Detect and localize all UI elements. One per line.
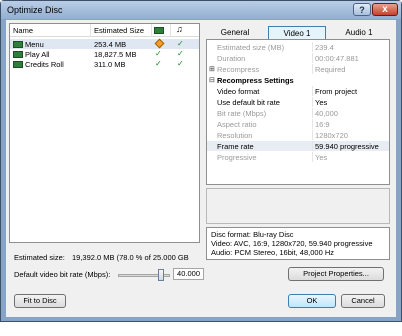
property-key: Frame rate xyxy=(217,142,254,151)
optimize-disc-window: Optimize Disc ? x Name Estimated Size ♫ … xyxy=(0,0,402,322)
list-header: Name Estimated Size ♫ xyxy=(10,24,199,37)
property-key: Video format xyxy=(217,87,260,96)
video-check-icon: ✓ xyxy=(155,49,162,58)
movie-icon xyxy=(13,61,23,68)
property-divider xyxy=(312,97,313,107)
item-name: Play All xyxy=(25,50,50,59)
property-key: Progressive xyxy=(217,153,257,162)
project-properties-button[interactable]: Project Properties... xyxy=(288,267,384,281)
audio-info-text: Audio: PCM Stereo, 16bit, 48,000 Hz xyxy=(211,248,334,257)
header-estimated-size[interactable]: Estimated Size xyxy=(94,26,144,35)
music-note-icon: ♫ xyxy=(176,24,183,34)
warning-diamond-icon xyxy=(154,38,165,49)
property-row[interactable]: ⊞ Recompress Required xyxy=(207,64,389,74)
disc-info-box: Disc format: Blu-ray Disc Video: AVC, 16… xyxy=(206,227,390,260)
property-value: 00:00:47.881 xyxy=(315,54,359,63)
slider-thumb[interactable] xyxy=(158,269,164,281)
list-item[interactable]: Menu 253.4 MB ✓ xyxy=(10,38,199,49)
audio-check-icon: ✓ xyxy=(177,39,184,48)
property-tabs: General Video 1 Audio 1 xyxy=(206,26,390,39)
bitrate-label: Default video bit rate (Mbps): xyxy=(14,270,111,279)
property-divider xyxy=(312,130,313,140)
expand-icon[interactable]: ⊞ xyxy=(209,65,215,73)
property-value: Yes xyxy=(315,153,328,162)
item-size: 18,827.5 MB xyxy=(94,50,137,59)
video-check-icon: ✓ xyxy=(155,59,162,68)
disc-format-text: Disc format: Blu-ray Disc xyxy=(211,230,294,239)
header-separator[interactable] xyxy=(90,24,91,37)
header-separator[interactable] xyxy=(151,24,152,37)
property-key: Recompress xyxy=(217,65,260,74)
window-title: Optimize Disc xyxy=(7,5,63,15)
property-row[interactable]: Video format From project xyxy=(207,86,389,96)
property-divider xyxy=(312,53,313,63)
ok-button[interactable]: OK xyxy=(288,294,336,308)
property-row[interactable]: Duration 00:00:47.881 xyxy=(207,53,389,63)
estimated-size-label: Estimated size: xyxy=(14,253,65,262)
property-key: Aspect ratio xyxy=(217,120,257,129)
movie-icon xyxy=(13,41,23,48)
property-key: Estimated size (MB) xyxy=(217,43,285,52)
property-divider xyxy=(312,141,313,151)
close-button[interactable]: x xyxy=(372,3,398,16)
estimated-size-value: 19,392.0 MB (78.0 % of 25.000 GB xyxy=(72,253,189,262)
property-row[interactable]: Frame rate 59.940 progressive xyxy=(207,141,389,151)
property-divider xyxy=(312,64,313,74)
property-row[interactable]: ⊟ Recompress Settings xyxy=(207,75,389,85)
property-value: 239.4 xyxy=(315,43,334,52)
list-item[interactable]: Credits Roll 311.0 MB ✓ ✓ xyxy=(10,59,199,69)
title-bar[interactable]: Optimize Disc ? x xyxy=(1,1,401,19)
tab-video-1[interactable]: Video 1 xyxy=(268,26,326,39)
film-icon xyxy=(154,27,164,34)
property-row[interactable]: Estimated size (MB) 239.4 xyxy=(207,42,389,52)
property-divider xyxy=(312,42,313,52)
tab-audio-1[interactable]: Audio 1 xyxy=(330,26,388,39)
property-key: Duration xyxy=(217,54,246,63)
header-separator[interactable] xyxy=(170,24,171,37)
property-key: Resolution xyxy=(217,131,253,140)
property-grid[interactable]: Estimated size (MB) 239.4 Duration 00:00:47… xyxy=(206,39,390,185)
item-name: Credits Roll xyxy=(25,60,64,69)
property-divider xyxy=(312,108,313,118)
property-value: 16:9 xyxy=(315,120,330,129)
audio-check-icon: ✓ xyxy=(177,49,184,58)
property-value: Required xyxy=(315,65,346,74)
property-key: Bit rate (Mbps) xyxy=(217,109,267,118)
bitrate-input[interactable]: 40.000 xyxy=(173,268,204,280)
collapse-icon[interactable]: ⊟ xyxy=(209,76,215,84)
property-row[interactable]: Use default bit rate Yes xyxy=(207,97,389,107)
property-value[interactable]: From project xyxy=(315,87,357,96)
description-panel xyxy=(206,188,390,224)
property-divider xyxy=(312,119,313,129)
audio-check-icon: ✓ xyxy=(177,59,184,68)
tab-general[interactable]: General xyxy=(206,26,264,39)
property-divider xyxy=(312,86,313,96)
property-value[interactable]: Yes xyxy=(315,98,327,107)
item-size: 311.0 MB xyxy=(94,60,126,69)
property-divider xyxy=(312,152,313,162)
dialog-client-area: Name Estimated Size ♫ Menu 253.4 MB ✓ Play … xyxy=(6,20,396,317)
movie-icon xyxy=(13,51,23,58)
disc-items-list[interactable]: Name Estimated Size ♫ Menu 253.4 MB ✓ Play … xyxy=(9,23,200,243)
help-button[interactable]: ? xyxy=(353,3,371,16)
video-info-text: Video: AVC, 16:9, 1280x720, 59.940 progr… xyxy=(211,239,373,248)
property-key: Recompress Settings xyxy=(217,76,294,85)
header-name[interactable]: Name xyxy=(13,26,33,35)
bitrate-slider[interactable] xyxy=(118,269,170,281)
list-item[interactable]: Play All 18,827.5 MB ✓ ✓ xyxy=(10,49,199,59)
fit-to-disc-button[interactable]: Fit to Disc xyxy=(14,294,66,308)
item-name: Menu xyxy=(25,40,44,49)
property-row[interactable]: Progressive Yes xyxy=(207,152,389,162)
property-value[interactable]: 59.940 progressive xyxy=(315,142,379,151)
property-value: 40,000 xyxy=(315,109,338,118)
item-size: 253.4 MB xyxy=(94,40,127,49)
property-value: 1280x720 xyxy=(315,131,348,140)
property-row[interactable]: Resolution 1280x720 xyxy=(207,130,389,140)
cancel-button[interactable]: Cancel xyxy=(341,294,385,308)
property-row[interactable]: Bit rate (Mbps) 40,000 xyxy=(207,108,389,118)
property-row[interactable]: Aspect ratio 16:9 xyxy=(207,119,389,129)
property-key: Use default bit rate xyxy=(217,98,280,107)
